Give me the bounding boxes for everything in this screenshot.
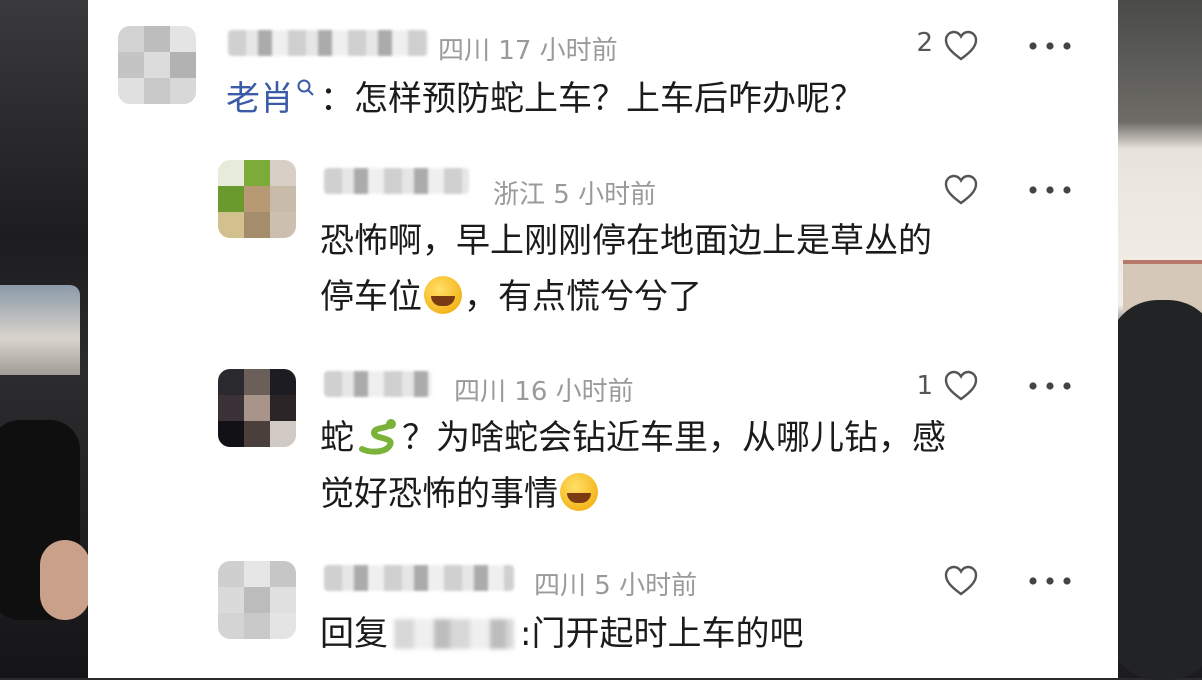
username-blurred[interactable] bbox=[324, 565, 514, 591]
comments-card: 四川 17 小时前 2 老肖 ：怎样预防蛇上车？上车后咋办呢？ 浙江 5 小时前 bbox=[88, 0, 1118, 678]
location: 四川 bbox=[454, 377, 507, 407]
comment-1: 四川 17 小时前 2 老肖 ：怎样预防蛇上车？上车后咋办呢？ bbox=[88, 0, 1118, 140]
comment-text-line-1: 恐怖啊，早上刚刚停在地面边上是草丛的 bbox=[320, 221, 932, 261]
timestamp: 17 小时前 bbox=[498, 36, 618, 66]
username-blurred[interactable] bbox=[228, 30, 428, 56]
steering-wheel bbox=[1108, 300, 1202, 680]
heart-icon[interactable] bbox=[944, 565, 978, 597]
like-count: 2 bbox=[916, 28, 933, 58]
text-segment: 觉好恐怖的事情 bbox=[320, 474, 558, 514]
reply-body: :门开起时上车的吧 bbox=[520, 614, 804, 654]
background-right bbox=[1108, 0, 1202, 680]
comment-meta: 四川 16 小时前 bbox=[454, 371, 634, 408]
more-icon[interactable] bbox=[1028, 41, 1072, 51]
comment-2: 浙江 5 小时前 恐怖啊，早上刚刚停在地面边上是草丛的 停车位 ，有点慌兮兮了 bbox=[88, 140, 1118, 340]
hand bbox=[40, 540, 90, 620]
text-segment: 停车位 bbox=[320, 277, 422, 317]
more-icon[interactable] bbox=[1028, 381, 1072, 391]
reply-prefix: 回复 bbox=[320, 614, 388, 654]
search-icon[interactable] bbox=[296, 78, 318, 100]
timestamp: 16 小时前 bbox=[514, 377, 634, 407]
comment-meta: 四川 17 小时前 bbox=[438, 30, 618, 67]
comment-4: 四川 5 小时前 回复 :门开起时上车的吧 bbox=[88, 545, 1118, 678]
reply-target-blurred[interactable] bbox=[394, 619, 514, 649]
more-icon[interactable] bbox=[1028, 576, 1072, 586]
laughing-crying-emoji-icon bbox=[424, 276, 462, 314]
location: 四川 bbox=[534, 571, 587, 601]
location: 四川 bbox=[438, 36, 491, 66]
like-count: 1 bbox=[916, 371, 933, 401]
avatar[interactable] bbox=[218, 369, 296, 447]
snake-emoji-icon bbox=[359, 419, 396, 455]
comment-text: 老肖 ：怎样预防蛇上车？上车后咋办呢？ bbox=[226, 70, 864, 128]
comment-3: 四川 16 小时前 1 蛇 ？为啥蛇会钻近车里，从哪儿钻，感 觉好恐怖的事情 bbox=[88, 345, 1118, 545]
background-left bbox=[0, 0, 90, 678]
heart-icon[interactable] bbox=[944, 370, 978, 402]
more-icon[interactable] bbox=[1028, 185, 1072, 195]
username-blurred[interactable] bbox=[324, 371, 432, 397]
heart-icon[interactable] bbox=[944, 174, 978, 206]
location: 浙江 bbox=[493, 180, 546, 210]
heart-icon[interactable] bbox=[944, 30, 978, 62]
comment-meta: 四川 5 小时前 bbox=[534, 565, 697, 602]
text-segment: 蛇 bbox=[320, 418, 354, 458]
timestamp: 5 小时前 bbox=[594, 571, 698, 601]
comment-text-line-2: 觉好恐怖的事情 bbox=[320, 465, 600, 523]
timestamp: 5 小时前 bbox=[553, 180, 657, 210]
avatar[interactable] bbox=[218, 561, 296, 639]
username-blurred[interactable] bbox=[324, 168, 469, 194]
author-name[interactable]: 老肖 bbox=[226, 79, 294, 119]
avatar[interactable] bbox=[218, 160, 296, 238]
text-segment: ，有点慌兮兮了 bbox=[464, 277, 702, 317]
comment-text-line-1: 蛇 ？为啥蛇会钻近车里，从哪儿钻，感 bbox=[320, 409, 946, 467]
laughing-crying-emoji-icon bbox=[560, 473, 598, 511]
car-window bbox=[0, 285, 80, 375]
comment-meta: 浙江 5 小时前 bbox=[493, 174, 656, 211]
comment-text: 回复 :门开起时上车的吧 bbox=[320, 605, 803, 663]
text-segment: ？为啥蛇会钻近车里，从哪儿钻，感 bbox=[402, 418, 946, 458]
avatar[interactable] bbox=[118, 26, 196, 104]
comment-text-line-2: 停车位 ，有点慌兮兮了 bbox=[320, 268, 702, 326]
comment-body: ：怎样预防蛇上车？上车后咋办呢？ bbox=[320, 79, 864, 119]
